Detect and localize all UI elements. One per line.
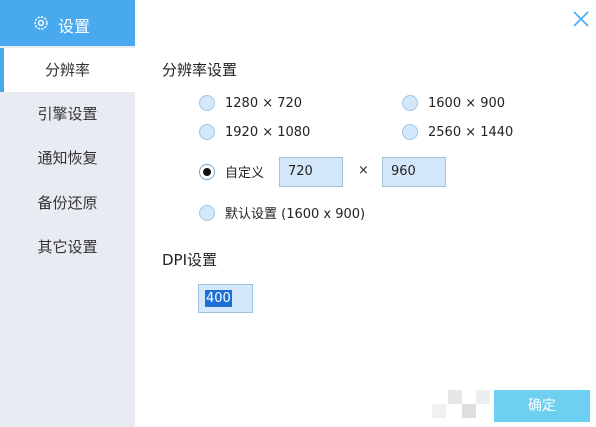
- sidebar: 设置 分辨率 引擎设置 通知恢复 备份还原 其它设置: [0, 0, 135, 427]
- decorative-block: [448, 390, 462, 404]
- sidebar-item-resolution[interactable]: 分辨率: [0, 48, 135, 92]
- sidebar-item-label: 通知恢复: [37, 149, 98, 167]
- option-label: 1600 × 900: [428, 95, 506, 111]
- radio-button-selected[interactable]: [199, 163, 215, 180]
- resolution-option-2560[interactable]: 2560 × 1440: [402, 124, 513, 140]
- resolution-option-default[interactable]: 默认设置 (1600 x 900): [199, 203, 365, 222]
- option-label: 1920 × 1080: [225, 124, 311, 140]
- sidebar-item-label: 引擎设置: [37, 105, 98, 123]
- radio-button[interactable]: [199, 204, 215, 221]
- option-label: 默认设置 (1600 x 900): [225, 207, 366, 222]
- dpi-value-selected: 400: [205, 290, 232, 307]
- option-label: 自定义: [225, 166, 265, 181]
- decorative-block: [432, 404, 446, 418]
- radio-button[interactable]: [199, 95, 215, 111]
- sidebar-item-label: 分辨率: [44, 61, 90, 79]
- dpi-input[interactable]: 400: [198, 284, 253, 313]
- resolution-section-title: 分辨率设置: [162, 61, 238, 79]
- resolution-option-1280[interactable]: 1280 × 720: [199, 95, 302, 111]
- radio-button[interactable]: [402, 124, 418, 140]
- settings-title: 设置: [58, 17, 91, 36]
- option-label: 2560 × 1440: [428, 124, 514, 140]
- decorative-block: [462, 404, 476, 418]
- resolution-option-1600[interactable]: 1600 × 900: [402, 95, 505, 111]
- decorative-block: [476, 390, 490, 404]
- confirm-button[interactable]: 确定: [494, 390, 590, 422]
- option-label: 1280 × 720: [225, 95, 303, 111]
- radio-button[interactable]: [402, 95, 418, 111]
- sidebar-item-backup[interactable]: 备份还原: [0, 181, 135, 225]
- custom-width-input[interactable]: 720: [279, 157, 343, 187]
- sidebar-item-label: 其它设置: [37, 238, 98, 256]
- sidebar-item-engine[interactable]: 引擎设置: [0, 92, 135, 136]
- radio-button[interactable]: [199, 124, 215, 140]
- sidebar-item-other[interactable]: 其它设置: [0, 225, 135, 269]
- title-bar: [135, 0, 596, 38]
- resolution-option-1920[interactable]: 1920 × 1080: [199, 124, 310, 140]
- dpi-section-title: DPI设置: [162, 251, 218, 269]
- custom-height-input[interactable]: 960: [382, 157, 446, 187]
- sidebar-header: 设置: [0, 0, 135, 46]
- resolution-option-custom[interactable]: 自定义: [199, 162, 264, 181]
- times-separator: ×: [358, 163, 369, 178]
- sidebar-item-label: 备份还原: [37, 194, 98, 212]
- gear-icon: [34, 16, 48, 30]
- sidebar-item-notification[interactable]: 通知恢复: [0, 136, 135, 180]
- close-icon[interactable]: [570, 8, 592, 30]
